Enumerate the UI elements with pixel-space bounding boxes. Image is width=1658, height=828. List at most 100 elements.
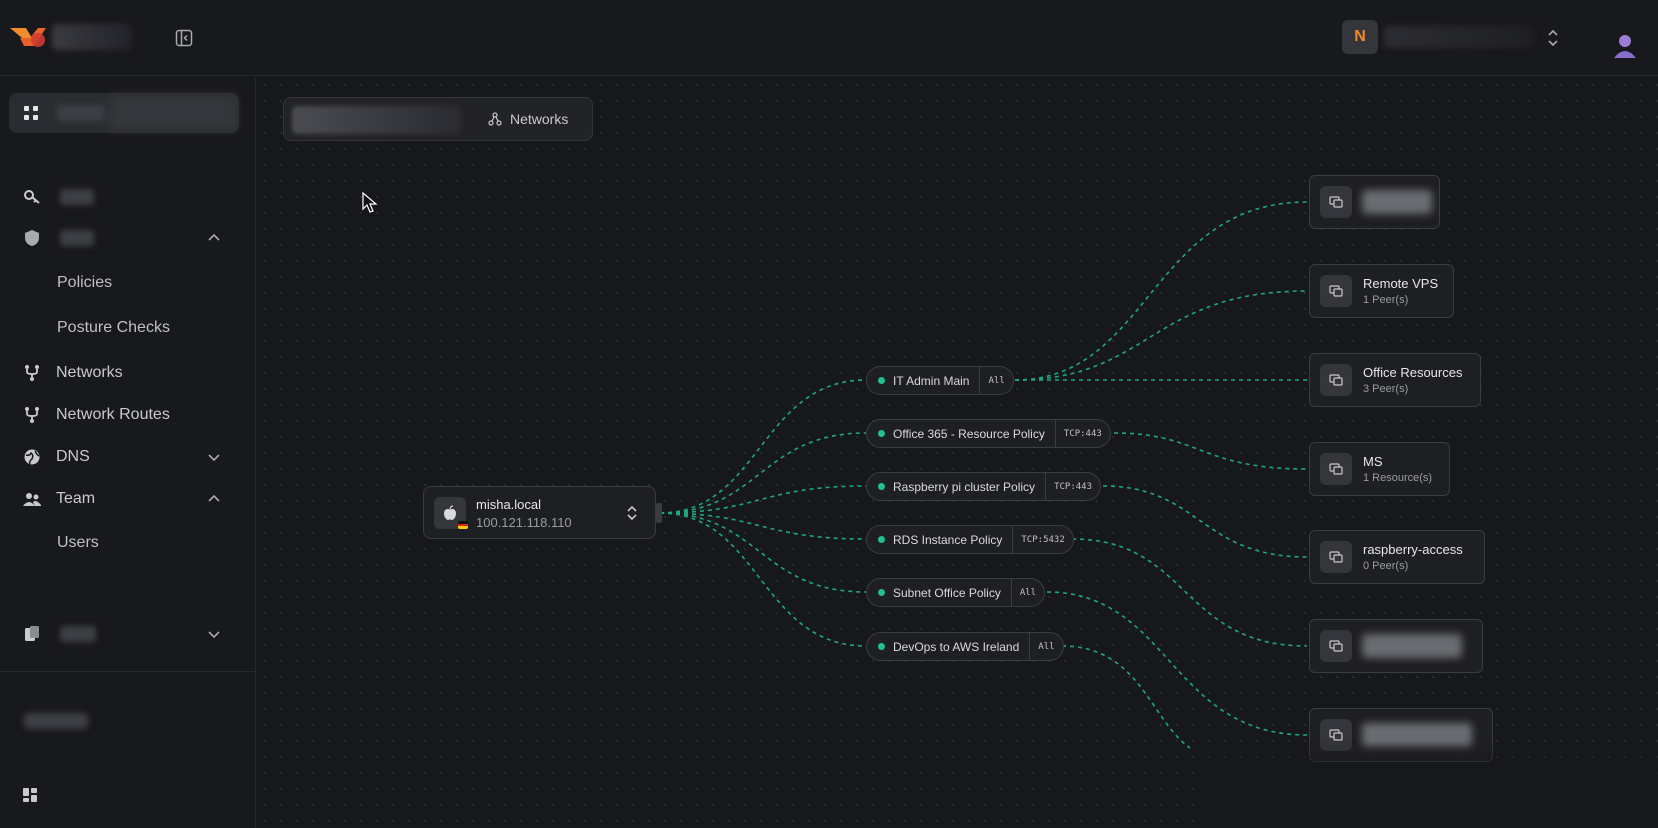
- status-dot: [878, 483, 885, 490]
- sidebar-label-redacted: [60, 626, 96, 642]
- routes-icon: [25, 407, 39, 423]
- sidebar-item-label: Team: [56, 490, 96, 507]
- app-name-redacted: [52, 24, 132, 50]
- policy-protocol: TCP:443: [1045, 473, 1100, 500]
- blur-overlay: [109, 95, 237, 131]
- activity-icon: [25, 626, 39, 641]
- resource-icon: [1320, 541, 1352, 573]
- sidebar-label-redacted: [57, 105, 105, 121]
- sidebar-footer-redacted[interactable]: [24, 713, 88, 729]
- policy-name: DevOps to AWS Ireland: [893, 639, 1020, 654]
- chevron-up-icon[interactable]: [206, 491, 222, 507]
- policy-protocol: All: [979, 367, 1012, 394]
- resource-node[interactable]: [1309, 175, 1440, 229]
- sidebar: Policies Posture Checks Networks Network…: [0, 77, 256, 828]
- policy-protocol: All: [1010, 579, 1044, 606]
- status-dot: [878, 430, 885, 437]
- peer-ip: 100.121.118.110: [476, 515, 572, 530]
- policy-node[interactable]: Office 365 - Resource Policy TCP:443: [866, 419, 1111, 448]
- status-dot: [878, 589, 885, 596]
- resource-count: 0 Peer(s): [1363, 560, 1409, 572]
- status-dot: [878, 643, 885, 650]
- peer-name: misha.local: [476, 497, 542, 512]
- policy-node[interactable]: IT Admin Main All: [866, 366, 1014, 395]
- sidebar-item-peers[interactable]: [9, 93, 239, 133]
- resource-icon: [1320, 186, 1352, 218]
- policy-name: Subnet Office Policy: [893, 585, 1001, 600]
- chevron-up-down-icon[interactable]: [1544, 28, 1562, 48]
- chevron-up-icon[interactable]: [206, 230, 222, 246]
- policy-node[interactable]: DevOps to AWS Ireland All: [866, 632, 1064, 661]
- sidebar-item-policies[interactable]: Policies: [57, 274, 112, 292]
- mouse-cursor-icon: [362, 192, 378, 213]
- workspace-avatar[interactable]: N: [1342, 20, 1378, 54]
- resource-node[interactable]: raspberry-access 0 Peer(s): [1309, 530, 1485, 584]
- workspace-name-redacted[interactable]: [1384, 26, 1534, 48]
- team-icon: [23, 493, 41, 506]
- canvas-fade: [1200, 740, 1658, 828]
- resource-node[interactable]: [1309, 619, 1483, 673]
- sidebar-collapse-icon[interactable]: [174, 28, 194, 48]
- resource-name-redacted: [1362, 634, 1462, 658]
- sidebar-item-setup-keys[interactable]: [0, 180, 256, 214]
- policy-name: IT Admin Main: [893, 373, 970, 388]
- sidebar-label-redacted: [60, 230, 94, 246]
- shield-icon: [25, 230, 39, 246]
- sidebar-item-team[interactable]: Team: [0, 482, 256, 516]
- resource-node[interactable]: MS 1 Resource(s): [1309, 442, 1450, 496]
- sidebar-item-networks[interactable]: Networks: [0, 356, 256, 390]
- resource-name: raspberry-access: [1363, 542, 1463, 557]
- resource-count: 1 Resource(s): [1363, 472, 1433, 484]
- policy-protocol: All: [1029, 633, 1062, 660]
- policy-node[interactable]: Subnet Office Policy All: [866, 578, 1046, 607]
- sidebar-item-activity[interactable]: [0, 617, 256, 651]
- peer-node[interactable]: misha.local 100.121.118.110: [423, 486, 656, 539]
- resource-icon: [1320, 364, 1352, 396]
- policy-name: Office 365 - Resource Policy: [893, 426, 1045, 441]
- resource-icon: [1320, 453, 1352, 485]
- resource-node[interactable]: Remote VPS 1 Peer(s): [1309, 264, 1454, 318]
- resource-icon: [1320, 630, 1352, 662]
- resource-icon: [1320, 275, 1352, 307]
- app-logo-icon[interactable]: [8, 22, 48, 52]
- policy-node[interactable]: RDS Instance Policy TCP:5432: [866, 525, 1074, 554]
- chevron-down-icon[interactable]: [206, 626, 222, 642]
- chevron-down-icon[interactable]: [206, 449, 222, 465]
- user-avatar-icon[interactable]: [1610, 30, 1640, 60]
- resource-name: MS: [1363, 454, 1383, 469]
- germany-flag-icon: [458, 521, 468, 529]
- chevron-up-down-icon[interactable]: [624, 503, 640, 523]
- resource-name: Office Resources: [1363, 365, 1463, 380]
- sidebar-item-label: Network Routes: [56, 406, 170, 423]
- policy-protocol: TCP:443: [1054, 420, 1110, 447]
- sidebar-item-access-control[interactable]: [0, 221, 256, 255]
- top-bar: N: [0, 0, 1658, 76]
- resource-node[interactable]: Office Resources 3 Peer(s): [1309, 353, 1481, 407]
- network-nodes-icon: [488, 112, 502, 126]
- sidebar-divider: [0, 671, 256, 672]
- grid-icon[interactable]: [20, 785, 40, 805]
- sidebar-item-posture-checks[interactable]: Posture Checks: [57, 319, 170, 337]
- resource-count: 3 Peer(s): [1363, 383, 1409, 395]
- sidebar-item-network-routes[interactable]: Network Routes: [0, 398, 256, 432]
- sidebar-item-label: DNS: [56, 448, 90, 465]
- status-dot: [878, 377, 885, 384]
- resource-name-redacted: [1362, 190, 1432, 214]
- key-icon: [24, 190, 40, 204]
- policy-node[interactable]: Raspberry pi cluster Policy TCP:443: [866, 472, 1101, 501]
- globe-icon: [24, 449, 40, 465]
- view-toggle-label: Networks: [510, 111, 569, 127]
- sidebar-label-redacted: [60, 189, 94, 205]
- policy-name: Raspberry pi cluster Policy: [893, 479, 1036, 494]
- view-toggle-networks[interactable]: Networks: [488, 98, 568, 140]
- peers-icon: [24, 106, 38, 120]
- policy-name: RDS Instance Policy: [893, 532, 1003, 547]
- apple-icon: [434, 497, 468, 529]
- view-toggle-redacted[interactable]: [292, 106, 462, 134]
- resource-name: Remote VPS: [1363, 276, 1439, 291]
- networks-icon: [25, 365, 39, 381]
- sidebar-item-dns[interactable]: DNS: [0, 440, 256, 474]
- sidebar-item-label: Networks: [56, 364, 123, 381]
- sidebar-item-users[interactable]: Users: [57, 534, 99, 552]
- resource-count: 1 Peer(s): [1363, 294, 1409, 306]
